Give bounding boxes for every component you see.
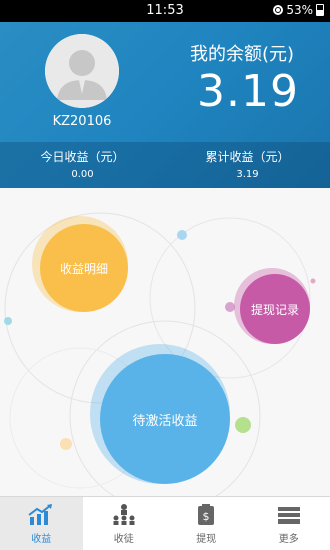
tab-apprentice-label: 收徒	[113, 533, 134, 545]
tab-withdraw[interactable]: $ 提现	[165, 497, 248, 550]
username: KZ20106	[52, 114, 112, 129]
balance-value: 3.19	[197, 66, 299, 117]
battery-percent: 53%	[286, 3, 313, 17]
location-icon	[273, 5, 284, 15]
today-earnings: 今日收益（元） 0.00	[0, 148, 165, 180]
earnings-stats: 今日收益（元） 0.00 累计收益（元） 3.19	[0, 142, 330, 188]
status-bar: 11:53 53%	[0, 0, 330, 22]
bottom-tab-bar: 收益 收徒 $ 提现 更多	[0, 496, 330, 550]
bubble-menu: 收益明细 提现记录 待激活收益	[0, 188, 330, 496]
earnings-detail-button[interactable]: 收益明细	[40, 224, 128, 312]
total-earnings-label: 累计收益（元）	[205, 150, 290, 164]
apprentice-tree-icon	[113, 503, 135, 525]
withdraw-record-button[interactable]: 提现记录	[240, 274, 310, 344]
tab-more-label: 更多	[278, 533, 299, 545]
balance-label: 我的余额(元)	[190, 44, 295, 65]
account-header: KZ20106 我的余额(元) 3.19 今日收益（元） 0.00 累计收益（元…	[0, 22, 330, 188]
money-bag-icon: $	[198, 503, 215, 525]
stack-icon	[277, 506, 300, 524]
today-earnings-label: 今日收益（元）	[40, 150, 125, 164]
avatar[interactable]	[45, 34, 119, 108]
pending-earnings-button[interactable]: 待激活收益	[100, 354, 230, 484]
total-earnings: 累计收益（元） 3.19	[165, 148, 330, 180]
tab-income[interactable]: 收益	[0, 497, 83, 550]
tab-apprentice[interactable]: 收徒	[83, 497, 166, 550]
status-indicators: 53%	[273, 3, 324, 17]
tab-withdraw-label: 提现	[196, 533, 217, 545]
battery-icon	[316, 4, 324, 16]
user-silhouette-icon	[45, 34, 119, 108]
total-earnings-value: 3.19	[236, 169, 259, 180]
today-earnings-value: 0.00	[71, 169, 94, 180]
tab-more[interactable]: 更多	[248, 497, 330, 550]
svg-text:$: $	[203, 510, 210, 523]
income-chart-icon	[28, 503, 53, 525]
tab-income-label: 收益	[31, 533, 52, 545]
